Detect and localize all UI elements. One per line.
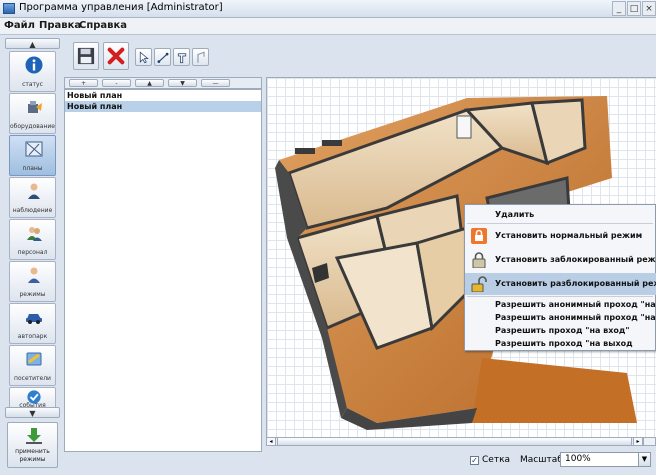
menu-item-allow-entry[interactable]: Разрешить проход "на вход" (465, 324, 656, 337)
maximize-button[interactable]: □ (627, 1, 641, 16)
move-down-button[interactable]: ▼ (168, 79, 197, 87)
sidebar-item-modes[interactable]: режимы (9, 261, 56, 302)
door-tool-button[interactable] (173, 48, 190, 66)
app-icon (3, 3, 15, 14)
apply-label-line2: режимы (19, 456, 46, 463)
shape-tool-icon (197, 51, 205, 63)
sidebar-item-car-park[interactable]: автопарк (9, 303, 56, 344)
unlocked-icon (471, 276, 487, 292)
apply-label-line1: применить (15, 448, 50, 455)
context-menu: Удалить Установить нормальный режим Уста… (464, 204, 656, 351)
equipment-icon (28, 101, 42, 113)
scale-label: Масштаб: (520, 455, 566, 465)
save-button[interactable] (73, 42, 99, 70)
menu-item-anon-exit[interactable]: Разрешить анонимный проход "на выход" (465, 311, 656, 324)
horizontal-scrollbar[interactable]: ◂ ▸ (266, 437, 643, 446)
close-button[interactable]: × (642, 1, 656, 16)
menu-item-allow-exit[interactable]: Разрешить проход "на выход (465, 337, 656, 350)
sidebar-item-observation[interactable]: наблюдение (9, 177, 56, 218)
locked-icon (472, 252, 486, 268)
select-tool-button[interactable] (135, 48, 152, 66)
sidebar-item-label: режимы (19, 291, 46, 298)
plan-list: Новый план Новый план (64, 89, 262, 452)
menu-item-delete[interactable]: Удалить (465, 207, 656, 222)
menu-item-unlocked-mode[interactable]: Установить разблокированный режим (465, 273, 656, 295)
delete-icon (107, 47, 125, 65)
sidebar-item-visitors[interactable]: посетители (9, 345, 56, 386)
menu-file[interactable]: Файл (4, 20, 35, 31)
delete-button[interactable] (103, 42, 129, 70)
line-tool-button[interactable] (154, 48, 171, 66)
grid-checkbox[interactable]: ✓ (470, 456, 479, 465)
sidebar-item-equipment[interactable]: оборудование (9, 93, 56, 134)
menu-item-label: Установить нормальный режим (495, 231, 643, 240)
sidebar-item-plans[interactable]: планы (9, 135, 56, 176)
shape-tool-button[interactable] (192, 48, 209, 66)
status-bar: ✓ Сетка Масштаб: 100% ▼ (266, 448, 656, 472)
menu-separator (467, 223, 653, 224)
observation-icon (28, 183, 40, 199)
grid-label: Сетка (482, 455, 511, 465)
toolbar (66, 40, 290, 74)
menu-bar: Файл Правка Справка (0, 18, 656, 35)
window-controls: _ □ × (612, 1, 656, 17)
info-icon (25, 56, 43, 74)
scroll-right-button[interactable]: ▸ (633, 438, 642, 445)
car-icon (26, 314, 42, 324)
apply-icon (26, 428, 42, 444)
sidebar-item-status[interactable]: статус (9, 51, 56, 92)
menu-item-label: Установить заблокированный режим (495, 255, 656, 264)
plan-list-toolbar: + - ▲ ▼ — (64, 77, 262, 89)
add-plan-button[interactable]: + (69, 79, 98, 87)
plans-icon (25, 141, 43, 157)
scrollbar-corner (643, 437, 656, 446)
line-tool-icon (157, 52, 169, 63)
sidebar-item-staff[interactable]: персонал (9, 219, 56, 260)
scrollbar-thumb[interactable] (277, 438, 632, 445)
sidebar-item-label: автопарк (17, 333, 48, 340)
list-item[interactable]: Новый план (65, 90, 261, 101)
sidebar-item-label: персонал (17, 249, 48, 256)
save-icon (77, 47, 95, 65)
window-title: Программа управления [Administrator] (19, 2, 223, 13)
menu-help[interactable]: Справка (79, 20, 127, 31)
scale-value: 100% (565, 454, 591, 464)
sidebar-item-label: статус (22, 81, 43, 88)
menu-item-locked-mode[interactable]: Установить заблокированный режим (465, 249, 656, 271)
scale-select[interactable]: 100% ▼ (560, 452, 651, 467)
sidebar-item-label: посетители (14, 375, 51, 382)
sidebar-scroll-up-button[interactable]: ▲ (5, 38, 60, 49)
sidebar-item-label: оборудование (10, 123, 55, 130)
chevron-down-icon[interactable]: ▼ (638, 453, 650, 466)
visitors-icon (26, 352, 42, 366)
move-up-button[interactable]: ▲ (135, 79, 164, 87)
sidebar-item-label: планы (22, 165, 43, 172)
remove-plan-button[interactable]: - (102, 79, 131, 87)
title-bar: Программа управления [Administrator] _ □… (0, 0, 656, 18)
staff-icon (27, 227, 42, 241)
menu-item-label: Установить разблокированный режим (495, 279, 656, 288)
select-tool-icon (139, 51, 149, 64)
menu-separator (467, 296, 653, 297)
minimize-button[interactable]: _ (612, 1, 626, 16)
sidebar-scroll-down-button[interactable]: ▼ (5, 407, 60, 418)
menu-edit[interactable]: Правка (39, 20, 81, 31)
menu-item-normal-mode[interactable]: Установить нормальный режим (465, 225, 656, 247)
list-item[interactable]: Новый план (65, 101, 261, 112)
modes-icon (28, 267, 40, 283)
door-tool-icon (177, 53, 187, 64)
collapse-button[interactable]: — (201, 79, 230, 87)
menu-item-anon-entry[interactable]: Разрешить анонимный проход "на вход" (465, 298, 656, 311)
scroll-left-button[interactable]: ◂ (267, 438, 276, 445)
sidebar-item-label: наблюдение (12, 207, 53, 214)
apply-modes-button[interactable]: применить режимы (7, 422, 58, 468)
sidebar: ▲ статус оборудование планы наблюдение п… (5, 38, 60, 470)
normal-lock-icon (471, 228, 487, 244)
